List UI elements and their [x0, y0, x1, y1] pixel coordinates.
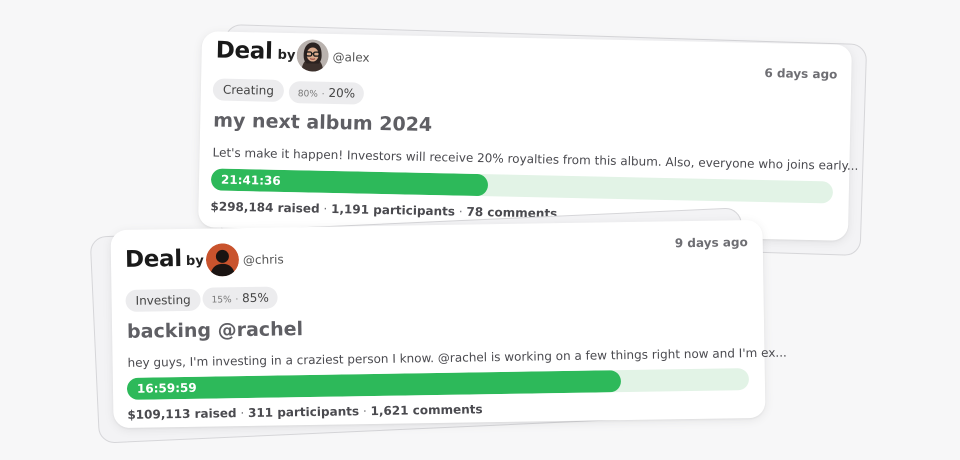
deal-description: Let's make it happen! Investors will rec… — [212, 145, 859, 173]
user-avatar-silhouette-icon[interactable] — [205, 243, 240, 277]
split-badge: 15% · 85% — [202, 286, 278, 310]
user-avatar-glasses-icon[interactable] — [296, 39, 329, 72]
split-small-value: 15% — [211, 295, 232, 306]
split-main-value: 85% — [242, 290, 269, 306]
participants-count[interactable]: 311 participants — [248, 404, 359, 420]
participants-count[interactable]: 1,191 participants — [331, 202, 455, 219]
status-badge: Investing — [125, 288, 201, 312]
deal-title[interactable]: my next album 2024 — [213, 109, 432, 136]
progress-bar: 16:59:59 — [126, 368, 750, 400]
deal-card[interactable]: Deal by @chris 9 days ago Investing 15% … — [110, 219, 787, 429]
stats-separator: · — [458, 204, 463, 219]
split-small-value: 80% — [297, 89, 318, 100]
raised-amount: $109,113 raised — [127, 406, 237, 422]
stats-separator: · — [362, 404, 367, 419]
deal-stats: $109,113 raised · 311 participants · 1,6… — [127, 402, 482, 422]
deal-card[interactable]: Deal by @alex 6 days ago Creating 80% · … — [198, 31, 859, 241]
by-label: by — [277, 47, 296, 64]
deal-label: Deal — [215, 37, 273, 65]
by-label: by — [185, 253, 204, 269]
deal-label: Deal — [124, 246, 183, 273]
countdown-timer: 21:41:36 — [220, 172, 281, 188]
progress-bar: 21:41:36 — [210, 168, 834, 204]
post-time: 9 days ago — [674, 235, 748, 251]
split-separator: · — [235, 295, 239, 306]
post-time: 6 days ago — [764, 66, 838, 82]
split-main-value: 20% — [328, 85, 356, 101]
countdown-timer: 16:59:59 — [136, 380, 197, 396]
author-handle[interactable]: @chris — [243, 252, 284, 267]
progress-fill — [126, 370, 622, 400]
raised-amount: $298,184 raised — [210, 199, 320, 216]
split-separator: · — [321, 89, 325, 100]
stats-separator: · — [240, 406, 245, 421]
comments-count[interactable]: 1,621 comments — [370, 402, 482, 418]
deal-description: hey guys, I'm investing in a craziest pe… — [127, 345, 787, 370]
deal-title[interactable]: backing @rachel — [127, 318, 303, 343]
status-badge: Creating — [212, 78, 285, 102]
split-badge: 80% · 20% — [288, 81, 365, 105]
stats-separator: · — [323, 201, 328, 216]
author-handle[interactable]: @alex — [332, 50, 369, 65]
